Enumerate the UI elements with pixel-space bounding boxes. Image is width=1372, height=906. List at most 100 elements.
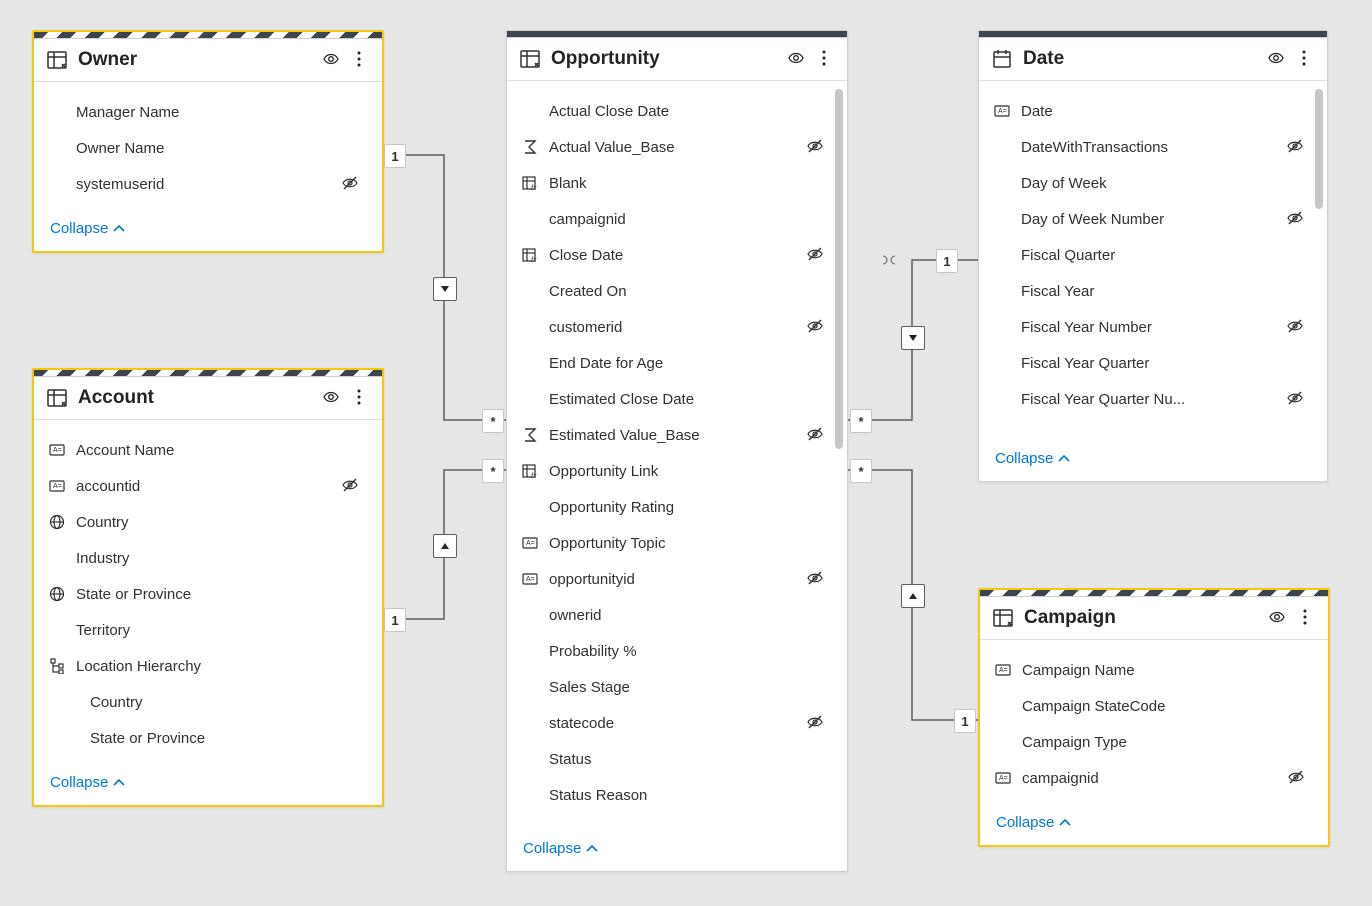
cardinality-owner-one: 1 [384, 144, 406, 168]
hidden-icon[interactable] [805, 426, 825, 445]
field-row[interactable]: Fiscal Year Quarter [983, 345, 1323, 381]
field-row[interactable]: Estimated Value_Base [511, 417, 843, 453]
field-row[interactable]: Fiscal Year Number [983, 309, 1323, 345]
visibility-icon[interactable] [322, 388, 340, 409]
hidden-icon[interactable] [1285, 210, 1305, 229]
table-owner[interactable]: Owner Manager Name Owner Name systemuserid… [32, 30, 384, 253]
table-header[interactable]: Owner [34, 39, 382, 82]
filter-direction-opportunity-campaign[interactable] [901, 584, 925, 608]
more-options-icon[interactable] [350, 388, 368, 409]
field-row[interactable]: Territory [38, 612, 378, 648]
field-row[interactable]: campaignid [511, 201, 843, 237]
field-row[interactable]: Day of Week [983, 165, 1323, 201]
field-row[interactable]: Account Name [38, 432, 378, 468]
visibility-icon[interactable] [1268, 608, 1286, 629]
field-row[interactable]: Status Reason [511, 777, 843, 813]
filter-direction-owner-opportunity[interactable] [433, 277, 457, 301]
table-header[interactable]: Opportunity [507, 38, 847, 81]
hidden-icon[interactable] [1285, 138, 1305, 157]
field-row[interactable]: DateWithTransactions [983, 129, 1323, 165]
visibility-icon[interactable] [322, 50, 340, 71]
field-row[interactable]: Created On [511, 273, 843, 309]
field-name: Campaign Name [1022, 662, 1286, 679]
field-row[interactable]: Fiscal Quarter [983, 237, 1323, 273]
table-date[interactable]: Date DateDateWithTransactionsDay of Week… [978, 30, 1328, 482]
hidden-icon[interactable] [805, 714, 825, 733]
table-header[interactable]: Date [979, 38, 1327, 81]
more-options-icon[interactable] [815, 49, 833, 70]
field-row[interactable]: Date [983, 93, 1323, 129]
hidden-icon[interactable] [1286, 769, 1306, 788]
field-row[interactable]: Fiscal Year Quarter Nu... [983, 381, 1323, 417]
hidden-icon[interactable] [1285, 318, 1305, 337]
collapse-button[interactable]: Collapse [979, 440, 1327, 481]
collapse-button[interactable]: Collapse [34, 210, 382, 251]
hidden-icon[interactable] [1285, 390, 1305, 409]
header-stripe [980, 590, 1328, 597]
field-row[interactable]: Opportunity Topic [511, 525, 843, 561]
field-row[interactable]: Sales Stage [511, 669, 843, 705]
field-row[interactable]: campaignid [984, 760, 1324, 796]
hidden-icon[interactable] [340, 477, 360, 496]
hidden-icon[interactable] [340, 175, 360, 194]
field-row[interactable]: Status [511, 741, 843, 777]
field-row[interactable]: Campaign Type [984, 724, 1324, 760]
field-row[interactable]: Actual Close Date [511, 93, 843, 129]
tablefx-icon [521, 247, 539, 263]
field-row[interactable]: Manager Name [38, 94, 378, 130]
field-row[interactable]: customerid [511, 309, 843, 345]
collapse-button[interactable]: Collapse [34, 764, 382, 805]
field-row[interactable]: statecode [511, 705, 843, 741]
scrollbar[interactable] [835, 89, 843, 822]
model-view-canvas[interactable]: A= fx 1 * 1 * * 1 * 1 Owner Manager Name… [0, 0, 1372, 906]
cardinality-account-one: 1 [384, 608, 406, 632]
field-row[interactable]: opportunityid [511, 561, 843, 597]
field-row[interactable]: Opportunity Rating [511, 489, 843, 525]
field-row[interactable]: End Date for Age [511, 345, 843, 381]
more-options-icon[interactable] [1295, 49, 1313, 70]
field-row[interactable]: Probability % [511, 633, 843, 669]
key-icon [521, 571, 539, 587]
field-row[interactable]: accountid [38, 468, 378, 504]
collapse-button[interactable]: Collapse [507, 830, 847, 871]
scrollbar[interactable] [1315, 89, 1323, 432]
field-name: Owner Name [76, 140, 340, 157]
table-opportunity[interactable]: Opportunity Actual Close Date Actual Valu… [506, 30, 848, 872]
field-row[interactable]: Opportunity Link [511, 453, 843, 489]
field-row[interactable]: State or Province [38, 720, 378, 756]
field-row[interactable]: Location Hierarchy [38, 648, 378, 684]
more-options-icon[interactable] [1296, 608, 1314, 629]
field-row[interactable]: Close Date [511, 237, 843, 273]
field-row[interactable]: Day of Week Number [983, 201, 1323, 237]
field-row[interactable]: systemuserid [38, 166, 378, 202]
field-row[interactable]: ownerid [511, 597, 843, 633]
visibility-icon[interactable] [1267, 49, 1285, 70]
field-row[interactable]: State or Province [38, 576, 378, 612]
field-row[interactable]: Campaign Name [984, 652, 1324, 688]
field-row[interactable]: Actual Value_Base [511, 129, 843, 165]
field-row[interactable]: Industry [38, 540, 378, 576]
field-list: Account NameaccountidCountryIndustryStat… [34, 420, 382, 764]
field-row[interactable]: Estimated Close Date [511, 381, 843, 417]
hidden-icon[interactable] [805, 246, 825, 265]
visibility-icon[interactable] [787, 49, 805, 70]
field-row[interactable]: Country [38, 684, 378, 720]
field-name: Actual Close Date [549, 103, 805, 120]
hidden-icon[interactable] [805, 570, 825, 589]
field-row[interactable]: Owner Name [38, 130, 378, 166]
field-row[interactable]: Country [38, 504, 378, 540]
table-campaign[interactable]: Campaign Campaign Name Campaign StateCode… [978, 588, 1330, 847]
field-row[interactable]: Fiscal Year [983, 273, 1323, 309]
field-row[interactable]: Campaign StateCode [984, 688, 1324, 724]
field-row[interactable]: Blank [511, 165, 843, 201]
filter-direction-opportunity-date[interactable] [901, 326, 925, 350]
collapse-button[interactable]: Collapse [980, 804, 1328, 845]
hidden-icon[interactable] [805, 138, 825, 157]
field-name: Opportunity Topic [549, 535, 805, 552]
table-header[interactable]: Campaign [980, 597, 1328, 640]
more-options-icon[interactable] [350, 50, 368, 71]
table-header[interactable]: Account [34, 377, 382, 420]
hidden-icon[interactable] [805, 318, 825, 337]
filter-direction-account-opportunity[interactable] [433, 534, 457, 558]
table-account[interactable]: Account Account NameaccountidCountryIndu… [32, 368, 384, 807]
